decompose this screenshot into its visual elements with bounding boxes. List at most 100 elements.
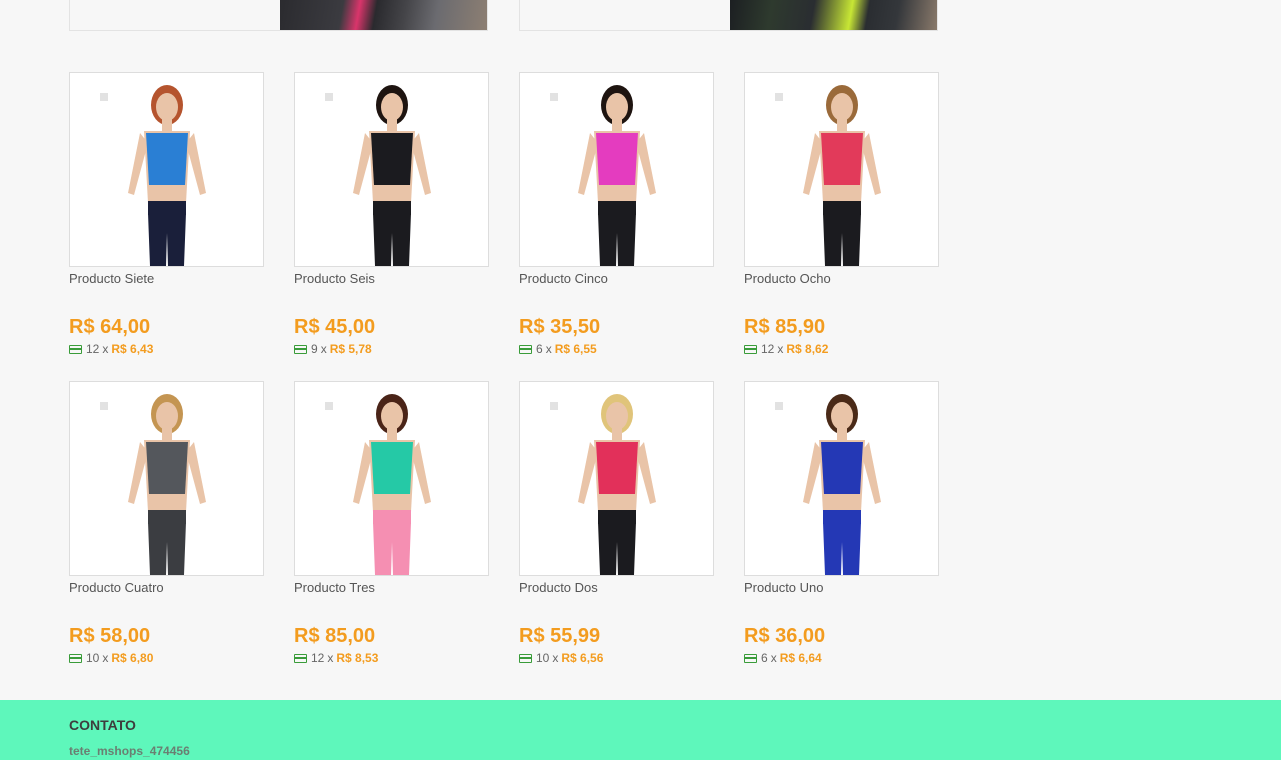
model-top [146, 133, 188, 185]
installment-value: R$ 6,56 [561, 651, 604, 665]
product-price: R$ 55,99 [519, 625, 601, 647]
product-image[interactable] [519, 72, 714, 267]
watermark-mark [550, 402, 558, 410]
product-name[interactable]: Producto Cuatro [69, 579, 264, 599]
installment-separator: x [545, 342, 552, 356]
product-image[interactable] [69, 72, 264, 267]
credit-card-icon [519, 653, 532, 663]
product-name[interactable]: Producto Ocho [744, 270, 939, 290]
installment-separator: x [777, 342, 784, 356]
product-price: R$ 58,00 [69, 625, 151, 647]
installment-info: 10 x R$ 6,80 [69, 651, 264, 665]
credit-card-icon [294, 653, 307, 663]
model-face [381, 402, 403, 430]
watermark-mark [100, 93, 108, 101]
model-photo [295, 73, 488, 266]
product-image[interactable] [744, 72, 939, 267]
installment-value: R$ 6,80 [111, 651, 154, 665]
model-top [146, 442, 188, 494]
credit-card-icon [744, 653, 757, 663]
product-name[interactable]: Producto Siete [69, 270, 264, 290]
installment-info: 12 x R$ 6,43 [69, 342, 264, 356]
installment-info: 6 x R$ 6,64 [744, 651, 939, 665]
model-top [371, 133, 413, 185]
banner-left-image[interactable] [280, 0, 487, 30]
model-waistband [148, 201, 186, 215]
product-price: R$ 85,90 [744, 316, 826, 338]
installment-count: 12 [761, 342, 775, 356]
product-name[interactable]: Producto Uno [744, 579, 939, 599]
model-top [821, 442, 863, 494]
model-waistband [823, 201, 861, 215]
product-card[interactable]: Producto Siete R$ 64,00 12 x R$ 6,43 [69, 72, 264, 356]
installment-count: 10 [86, 651, 100, 665]
model-top [596, 442, 638, 494]
credit-card-icon [69, 653, 82, 663]
product-price: R$ 85,00 [294, 625, 376, 647]
product-name[interactable]: Producto Dos [519, 579, 714, 599]
model-face [606, 93, 628, 121]
model-waistband [373, 201, 411, 215]
installment-info: 9 x R$ 5,78 [294, 342, 489, 356]
model-face [606, 402, 628, 430]
installment-info: 6 x R$ 6,55 [519, 342, 714, 356]
model-photo [520, 73, 713, 266]
installment-info: 12 x R$ 8,62 [744, 342, 939, 356]
product-price: R$ 36,00 [744, 625, 826, 647]
installment-info: 12 x R$ 8,53 [294, 651, 489, 665]
model-neck [162, 119, 172, 131]
watermark-mark [550, 93, 558, 101]
model-top [596, 133, 638, 185]
credit-card-icon [294, 344, 307, 354]
model-face [831, 93, 853, 121]
installment-separator: x [552, 651, 559, 665]
product-card[interactable]: Producto Tres R$ 85,00 12 x R$ 8,53 [294, 381, 489, 665]
footer-user[interactable]: tete_mshops_474456 [69, 744, 190, 758]
banner-left[interactable] [69, 0, 488, 31]
model-face [156, 402, 178, 430]
product-image[interactable] [69, 381, 264, 576]
product-card[interactable]: Producto Cinco R$ 35,50 6 x R$ 6,55 [519, 72, 714, 356]
product-name[interactable]: Producto Cinco [519, 270, 714, 290]
model-waistband [598, 201, 636, 215]
product-image[interactable] [294, 72, 489, 267]
product-card[interactable]: Producto Cuatro R$ 58,00 10 x R$ 6,80 [69, 381, 264, 665]
credit-card-icon [519, 344, 532, 354]
product-price: R$ 45,00 [294, 316, 376, 338]
banner-right[interactable] [519, 0, 938, 31]
installment-value: R$ 5,78 [329, 342, 372, 356]
installment-count: 12 [311, 651, 325, 665]
installment-separator: x [320, 342, 327, 356]
product-card[interactable]: Producto Ocho R$ 85,90 12 x R$ 8,62 [744, 72, 939, 356]
model-photo [295, 382, 488, 575]
installment-value: R$ 6,55 [554, 342, 597, 356]
product-image[interactable] [519, 381, 714, 576]
credit-card-icon [744, 344, 757, 354]
product-card[interactable]: Producto Seis R$ 45,00 9 x R$ 5,78 [294, 72, 489, 356]
product-card[interactable]: Producto Dos R$ 55,99 10 x R$ 6,56 [519, 381, 714, 665]
watermark-mark [775, 93, 783, 101]
product-name[interactable]: Producto Seis [294, 270, 489, 290]
model-neck [837, 428, 847, 440]
model-photo [520, 382, 713, 575]
model-neck [162, 428, 172, 440]
model-face [831, 402, 853, 430]
credit-card-icon [69, 344, 82, 354]
product-card[interactable]: Producto Uno R$ 36,00 6 x R$ 6,64 [744, 381, 939, 665]
installment-value: R$ 8,53 [336, 651, 379, 665]
installment-separator: x [102, 342, 109, 356]
model-waistband [148, 510, 186, 524]
banner-right-image[interactable] [730, 0, 937, 30]
product-image[interactable] [744, 381, 939, 576]
installment-value: R$ 6,43 [111, 342, 154, 356]
model-photo [70, 382, 263, 575]
installment-separator: x [102, 651, 109, 665]
watermark-mark [325, 93, 333, 101]
product-name[interactable]: Producto Tres [294, 579, 489, 599]
installment-separator: x [770, 651, 777, 665]
model-photo [745, 73, 938, 266]
installment-count: 12 [86, 342, 100, 356]
model-waistband [823, 510, 861, 524]
product-image[interactable] [294, 381, 489, 576]
model-photo [70, 73, 263, 266]
